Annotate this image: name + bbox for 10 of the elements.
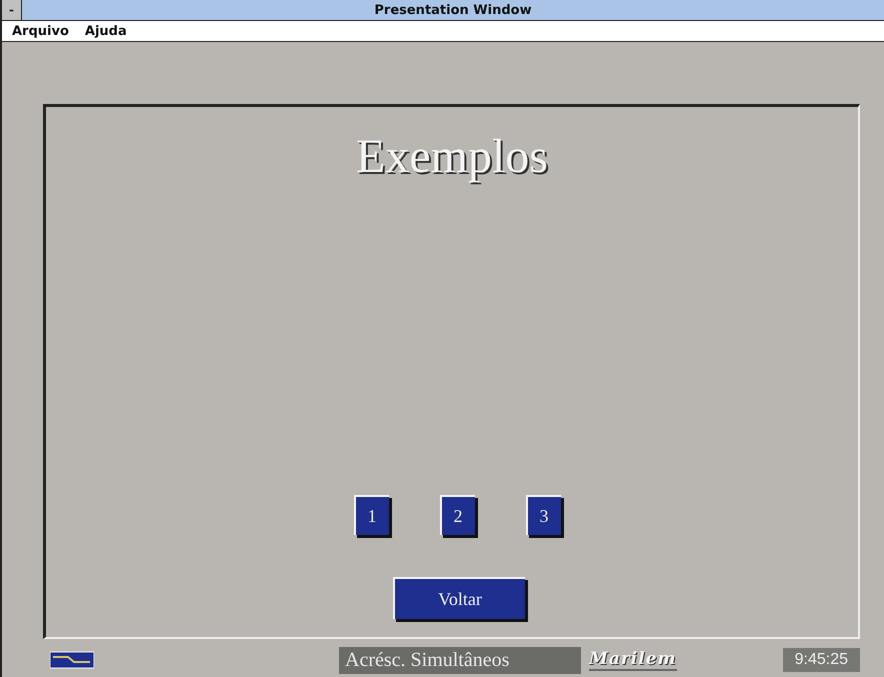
- window-title: Presentation Window: [373, 2, 533, 18]
- navigation-icon[interactable]: [50, 650, 94, 670]
- menu-item[interactable]: Arquivo: [6, 24, 75, 38]
- back-button[interactable]: Voltar: [393, 577, 525, 619]
- section-label: Acrésc. Simultâneos: [339, 646, 581, 674]
- system-menu-button[interactable]: -: [2, 0, 22, 20]
- logo: Marilem: [589, 649, 677, 671]
- menu-item[interactable]: Ajuda: [78, 24, 133, 38]
- clock: 9:45:25: [782, 648, 860, 672]
- slide-title: Exemplos: [356, 129, 548, 184]
